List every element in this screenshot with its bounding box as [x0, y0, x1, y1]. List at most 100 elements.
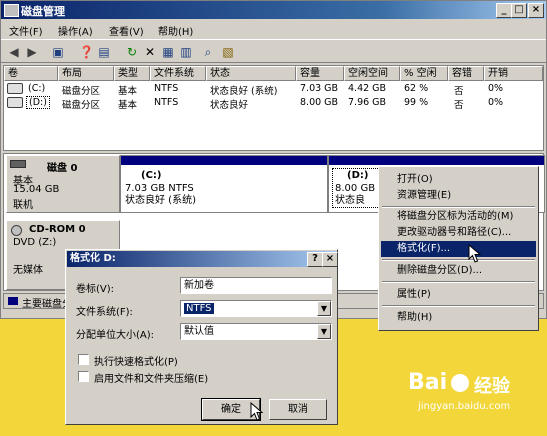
- console-tree-icon[interactable]: ▣: [51, 45, 65, 59]
- col-layout[interactable]: 布局: [58, 66, 114, 81]
- file-system-select[interactable]: NTFS ▼: [180, 300, 332, 317]
- table-row[interactable]: (C:) 磁盘分区 基本 NTFS 状态良好 (系统) 7.03 GB 4.42…: [4, 82, 543, 97]
- maximize-button[interactable]: □: [511, 3, 527, 18]
- menu-separator: [382, 281, 535, 283]
- col-volume[interactable]: 卷: [4, 66, 58, 81]
- allocation-unit-value: 默认值: [184, 326, 214, 337]
- disk0-name: 磁盘 0: [47, 163, 78, 174]
- wizard-icon[interactable]: ▧: [221, 45, 235, 59]
- toolbar: ◀ ▶ ▣ ❓ ▤ ↻ ✕ ▦ ▥ ⌕ ▧: [1, 39, 546, 63]
- refresh-icon[interactable]: ↻: [125, 45, 139, 59]
- watermark-brand-2: 经验: [474, 376, 510, 397]
- title-bar[interactable]: 磁盘管理 _ □ ×: [1, 1, 546, 19]
- disk-icon[interactable]: ▥: [179, 45, 193, 59]
- legend-swatch: [8, 297, 18, 305]
- cdrom-name: CD-ROM 0: [29, 224, 86, 235]
- volume-label-input[interactable]: 新加卷: [180, 277, 332, 294]
- format-dialog-title-bar[interactable]: 格式化 D: ? ×: [67, 251, 338, 267]
- col-percent-free[interactable]: % 空闲: [400, 66, 448, 81]
- cdrom-drive: DVD (Z:): [13, 237, 57, 248]
- quick-format-checkbox[interactable]: [78, 354, 89, 365]
- cdrom-icon: [11, 225, 22, 236]
- menu-item-properties[interactable]: 属性(P): [381, 287, 536, 303]
- col-type[interactable]: 类型: [114, 66, 150, 81]
- partition-d-status: 状态良: [335, 195, 365, 206]
- menu-item-explore[interactable]: 资源管理(E): [381, 188, 536, 204]
- menu-item-change-drive-letter[interactable]: 更改驱动器号和路径(C)...: [381, 225, 536, 241]
- cell-percent-free: 99 %: [404, 97, 429, 108]
- volume-list: 卷 布局 类型 文件系统 状态 容量 空闲空间 % 空闲 容错 开销 (C:) …: [3, 65, 544, 151]
- col-filesystem[interactable]: 文件系统: [150, 66, 206, 81]
- menu-bar: 文件(F) 操作(A) 查看(V) 帮助(H): [1, 20, 546, 38]
- partition-c-size: 7.03 GB NTFS: [125, 183, 194, 194]
- search-icon[interactable]: ⌕: [201, 45, 215, 59]
- compression-label: 启用文件和文件夹压缩(E): [94, 374, 209, 385]
- window-title: 磁盘管理: [21, 5, 65, 18]
- compression-checkbox[interactable]: [78, 371, 89, 382]
- menu-file[interactable]: 文件(F): [9, 23, 43, 38]
- settings-icon[interactable]: ▦: [161, 45, 175, 59]
- close-button[interactable]: ×: [528, 3, 544, 18]
- paw-icon: [451, 374, 469, 392]
- cell-percent-free: 62 %: [404, 83, 429, 94]
- col-fault-tolerance[interactable]: 容错: [448, 66, 484, 81]
- back-icon[interactable]: ◀: [7, 45, 21, 59]
- menu-separator: [382, 305, 535, 307]
- allocation-unit-caption: 分配单位大小(A):: [76, 330, 155, 341]
- partition-c[interactable]: (C:) 7.03 GB NTFS 状态良好 (系统): [120, 155, 328, 213]
- menu-item-mark-active[interactable]: 将磁盘分区标为活动的(M): [381, 209, 536, 225]
- menu-item-delete-partition[interactable]: 删除磁盘分区(D)...: [381, 263, 536, 279]
- cell-overhead: 0%: [488, 97, 504, 108]
- disk-icon: [10, 160, 26, 168]
- volume-icon: [7, 97, 23, 108]
- properties-icon[interactable]: ▤: [97, 45, 111, 59]
- menu-action[interactable]: 操作(A): [58, 23, 93, 38]
- file-system-caption: 文件系统(F):: [76, 307, 133, 318]
- partition-d-label: (D:): [347, 170, 369, 181]
- cell-volume: (D:): [26, 96, 50, 109]
- forward-icon[interactable]: ▶: [25, 45, 39, 59]
- cell-volume: (C:): [28, 83, 46, 94]
- context-menu: 打开(O) 资源管理(E) 将磁盘分区标为活动的(M) 更改驱动器号和路径(C)…: [378, 166, 539, 331]
- table-row[interactable]: (D:) 磁盘分区 基本 NTFS 状态良好 8.00 GB 7.96 GB 9…: [4, 96, 543, 111]
- chevron-down-icon[interactable]: ▼: [317, 301, 331, 316]
- cell-status: 状态良好 (系统): [210, 86, 278, 97]
- app-icon: [4, 4, 19, 17]
- help-icon[interactable]: ❓: [79, 45, 94, 59]
- cell-free: 7.96 GB: [348, 97, 387, 108]
- col-capacity[interactable]: 容量: [296, 66, 344, 81]
- watermark-brand: Bai: [408, 370, 448, 395]
- menu-item-format[interactable]: 格式化(F)...: [381, 241, 536, 257]
- dialog-close-button[interactable]: ×: [322, 252, 338, 267]
- menu-help[interactable]: 帮助(H): [158, 23, 193, 38]
- allocation-unit-select[interactable]: 默认值 ▼: [180, 323, 332, 340]
- cell-fault-tolerance: 否: [454, 86, 464, 97]
- mouse-pointer-icon: [468, 244, 482, 263]
- delete-icon[interactable]: ✕: [143, 45, 157, 59]
- partition-c-status: 状态良好 (系统): [125, 195, 196, 206]
- col-free[interactable]: 空闲空间: [344, 66, 400, 81]
- volume-icon: [7, 83, 23, 94]
- cell-capacity: 7.03 GB: [300, 83, 339, 94]
- cell-layout: 磁盘分区: [62, 100, 101, 111]
- menu-item-help[interactable]: 帮助(H): [381, 310, 536, 326]
- disk0-label[interactable]: 磁盘 0 基本 15.04 GB 联机: [6, 155, 120, 213]
- cell-status: 状态良好: [210, 100, 249, 111]
- col-overhead[interactable]: 开销: [484, 66, 543, 81]
- menu-item-open[interactable]: 打开(O): [381, 172, 536, 188]
- cell-filesystem: NTFS: [154, 83, 179, 94]
- cell-layout: 磁盘分区: [62, 86, 101, 97]
- cell-fault-tolerance: 否: [454, 100, 464, 111]
- disk0-status: 联机: [13, 200, 33, 211]
- file-system-value: NTFS: [184, 303, 214, 314]
- format-dialog-title: 格式化 D:: [70, 253, 116, 264]
- chevron-down-icon[interactable]: ▼: [317, 324, 331, 339]
- help-button[interactable]: ?: [307, 252, 323, 267]
- cell-type: 基本: [118, 100, 138, 111]
- cancel-button[interactable]: 取消: [269, 399, 327, 420]
- menu-view[interactable]: 查看(V): [109, 23, 144, 38]
- col-status[interactable]: 状态: [206, 66, 296, 81]
- minimize-button[interactable]: _: [496, 3, 512, 18]
- cell-overhead: 0%: [488, 83, 504, 94]
- cell-free: 4.42 GB: [348, 83, 387, 94]
